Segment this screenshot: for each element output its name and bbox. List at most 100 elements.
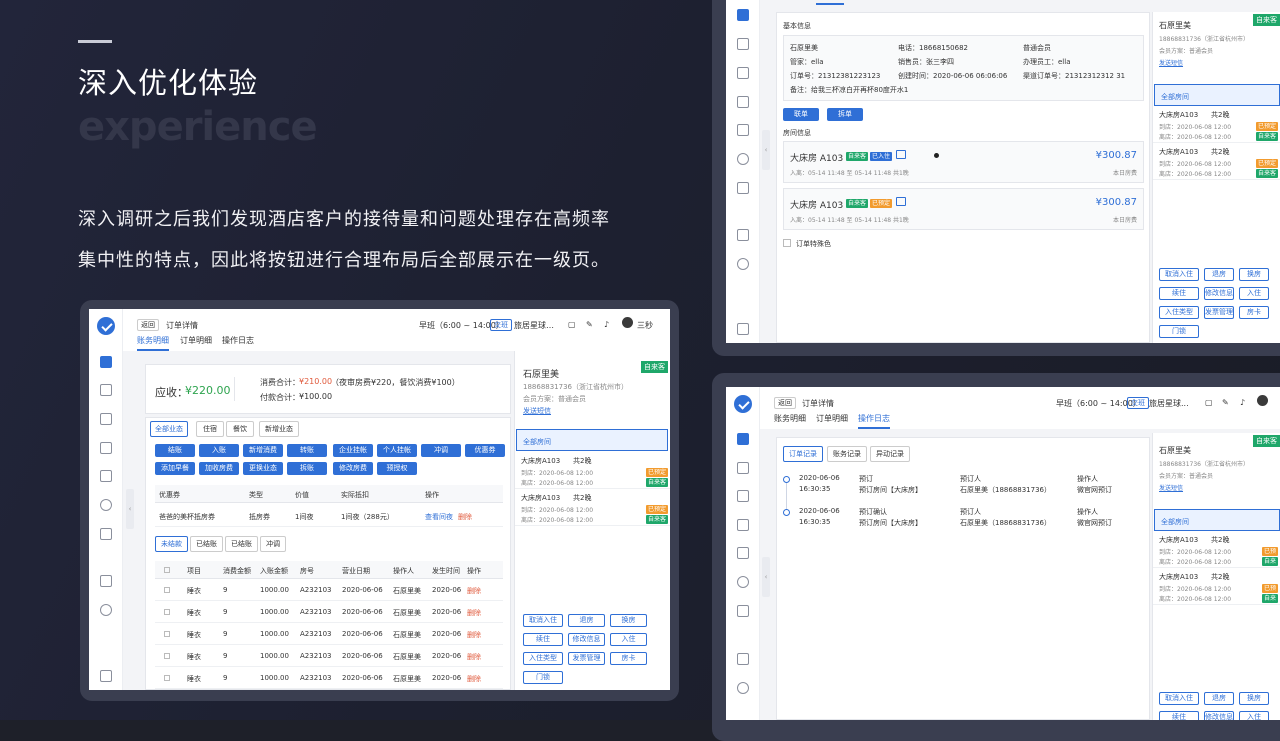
tab-log[interactable]: 操作日志 <box>222 335 254 346</box>
back-button[interactable]: 返回 <box>774 397 796 409</box>
share-icon[interactable] <box>737 605 749 617</box>
send-sms-link[interactable]: 发送短信 <box>1159 58 1183 67</box>
personal-credit-button[interactable]: 个人挂帐 <box>377 444 417 457</box>
edit-room-fee-button[interactable]: 修改房费 <box>333 462 373 475</box>
extend-button[interactable]: 续住 <box>523 633 563 646</box>
post-button[interactable]: 入账 <box>199 444 239 457</box>
modify-info-button[interactable]: 修改信息 <box>568 633 605 646</box>
collapse-handle[interactable]: ‹ <box>762 130 770 170</box>
report-icon[interactable] <box>737 96 749 108</box>
wallet-icon[interactable] <box>100 470 112 482</box>
tab-account-log[interactable]: 账务记录 <box>827 446 867 462</box>
apps-icon[interactable] <box>100 575 112 587</box>
bell-icon[interactable]: ♪ <box>1240 398 1245 407</box>
home-icon[interactable] <box>737 9 749 21</box>
row-checkbox[interactable] <box>164 631 170 637</box>
shirt-icon[interactable] <box>100 670 112 682</box>
row-checkbox[interactable] <box>164 675 170 681</box>
corp-credit-button[interactable]: 企业挂帐 <box>333 444 373 457</box>
tab-all-business[interactable]: 全部业态 <box>150 421 188 437</box>
all-rooms-tab[interactable]: 全部房间 <box>516 429 668 451</box>
settings-icon[interactable] <box>737 682 749 694</box>
calendar-icon[interactable]: ▢ <box>1205 398 1213 407</box>
tab-account[interactable]: 账务明细 <box>774 413 806 424</box>
cancel-checkin-button[interactable]: 取消入住 <box>523 614 563 627</box>
modify-info-button[interactable]: 修改信息 <box>1204 711 1234 720</box>
room-list-item[interactable]: 大床房A103 共2晚 到店：2020-06-08 12:00 离店：2020-06-… <box>1153 531 1280 568</box>
cancel-checkin-button[interactable]: 取消入住 <box>1159 268 1199 281</box>
contact-icon[interactable] <box>737 67 749 79</box>
hotel-selector[interactable]: 旅居星球... <box>1149 398 1189 409</box>
calendar-icon[interactable]: ▢ <box>568 320 576 329</box>
room-card-button[interactable]: 房卡 <box>1239 306 1269 319</box>
contact-icon[interactable] <box>100 413 112 425</box>
change-room-button[interactable]: 换房 <box>610 614 647 627</box>
apps-icon[interactable] <box>737 653 749 665</box>
back-button[interactable]: 返回 <box>137 319 159 331</box>
settings-icon[interactable] <box>100 604 112 616</box>
home-icon[interactable] <box>737 433 749 445</box>
room-card-1[interactable]: 大床房 A103 自来客 已入住 入离：05-14 11:48 至 05-14 … <box>783 141 1144 183</box>
report-icon[interactable] <box>100 442 112 454</box>
transfer-button[interactable]: 转账 <box>287 444 327 457</box>
hotel-selector[interactable]: 旅居星球… <box>514 320 554 331</box>
coupon-button[interactable]: 优惠券 <box>465 444 505 457</box>
invoice-button[interactable]: 发票管理 <box>1204 306 1234 319</box>
tab-order-log[interactable]: 订单记录 <box>783 446 823 462</box>
edit-icon[interactable]: ✎ <box>1222 398 1229 407</box>
order-icon[interactable] <box>737 38 749 50</box>
door-lock-button[interactable]: 门锁 <box>523 671 563 684</box>
all-rooms-tab[interactable]: 全部房间 <box>1154 84 1280 106</box>
room-list-item[interactable]: 大床房A103 共2晚 到店：2020-06-08 12:00 离店：2020-06-… <box>1153 143 1280 180</box>
tab-account[interactable]: 账务明细 <box>137 335 169 351</box>
tab-order[interactable]: 订单明细 <box>816 413 848 424</box>
special-color-checkbox[interactable] <box>783 239 791 247</box>
checkin-type-button[interactable]: 入住类型 <box>1159 306 1199 319</box>
wallet-icon[interactable] <box>737 124 749 136</box>
wallet-icon[interactable] <box>737 547 749 559</box>
extend-button[interactable]: 续住 <box>1159 711 1199 720</box>
tab-order[interactable]: 订单明细 <box>180 335 212 346</box>
share-icon[interactable] <box>737 182 749 194</box>
avatar[interactable] <box>1257 395 1268 406</box>
link-order-button[interactable]: 联单 <box>783 108 819 121</box>
handover-button[interactable]: 交班 <box>490 319 512 331</box>
order-icon[interactable] <box>100 384 112 396</box>
split-bill-button[interactable]: 拆账 <box>287 462 327 475</box>
row-checkbox[interactable] <box>164 587 170 593</box>
adjust-button[interactable]: 冲调 <box>421 444 461 457</box>
room-card-2[interactable]: 大床房 A103 自来客 已预定 入离：05-14 11:48 至 05-14 … <box>783 188 1144 230</box>
message-icon[interactable] <box>737 576 749 588</box>
contact-icon[interactable] <box>737 490 749 502</box>
send-sms-link[interactable]: 发送短信 <box>523 406 551 416</box>
room-list-item[interactable]: 大床房A103 共2晚 到店：2020-06-08 12:00 离店：2020-06-… <box>515 489 670 526</box>
all-rooms-tab[interactable]: 全部房间 <box>1154 509 1280 531</box>
room-list-item[interactable]: 大床房A103 共2晚 到店：2020-06-08 12:00 离店：2020-06-… <box>1153 568 1280 605</box>
apps-icon[interactable] <box>737 229 749 241</box>
extra-room-fee-button[interactable]: 加收房费 <box>199 462 239 475</box>
checkin-button[interactable]: 入住 <box>610 633 647 646</box>
checkout-room-button[interactable]: 退房 <box>568 614 605 627</box>
tab-lodging[interactable]: 住宿 <box>196 421 224 437</box>
edit-icon[interactable]: ✎ <box>586 320 593 329</box>
delete-row-link[interactable]: 删除 <box>467 630 481 640</box>
checkin-type-button[interactable]: 入住类型 <box>523 652 563 665</box>
select-all-checkbox[interactable] <box>164 567 170 573</box>
bell-icon[interactable]: ♪ <box>604 320 609 329</box>
handover-button[interactable]: 交班 <box>1127 397 1149 409</box>
tab-new-business[interactable]: 新增业态 <box>259 421 299 437</box>
room-list-item[interactable]: 大床房A103 共2晚 到店：2020-06-08 12:00 离店：2020-06-… <box>515 452 670 489</box>
home-icon[interactable] <box>100 356 112 368</box>
add-breakfast-button[interactable]: 添加早餐 <box>155 462 195 475</box>
invoice-button[interactable]: 发票管理 <box>568 652 605 665</box>
checkin-button[interactable]: 入住 <box>1239 711 1269 720</box>
room-card-button[interactable]: 房卡 <box>610 652 647 665</box>
room-list-item[interactable]: 大床房A103 共2晚 到店：2020-06-08 12:00 离店：2020-06-… <box>1153 106 1280 143</box>
tab-unsettled[interactable]: 未结款 <box>155 536 188 552</box>
send-sms-link[interactable]: 发送短信 <box>1159 483 1183 492</box>
modify-info-button[interactable]: 修改信息 <box>1204 287 1234 300</box>
row-checkbox[interactable] <box>164 609 170 615</box>
tab-settled-2[interactable]: 已结账 <box>225 536 258 552</box>
delete-row-link[interactable]: 删除 <box>467 608 481 618</box>
message-icon[interactable] <box>737 153 749 165</box>
